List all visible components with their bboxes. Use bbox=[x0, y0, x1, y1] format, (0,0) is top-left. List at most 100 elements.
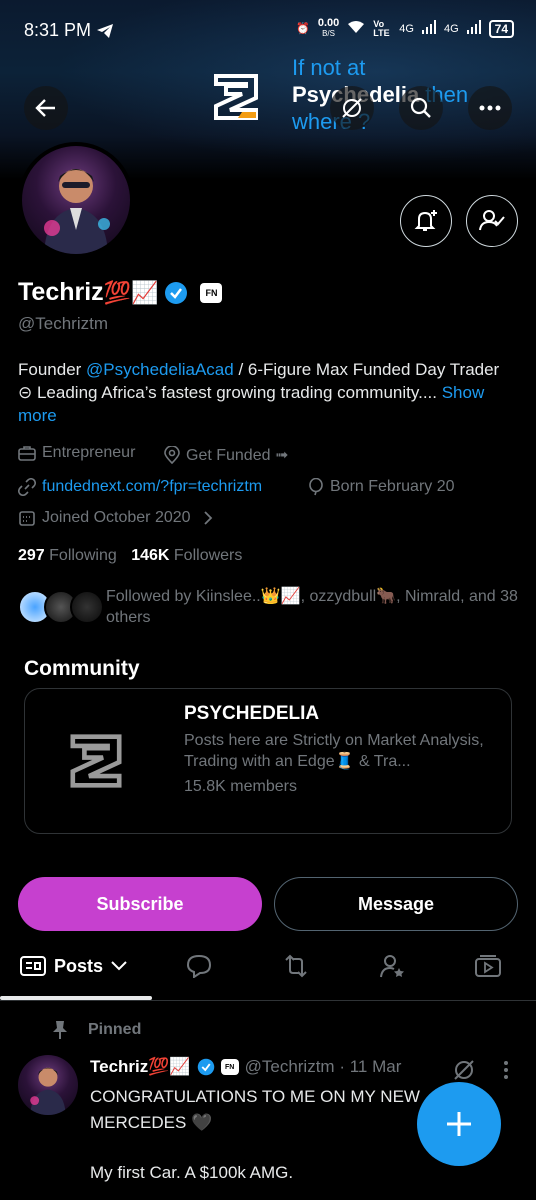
tab-reposts[interactable] bbox=[282, 954, 310, 978]
follow-counts: 297 Following 146K Followers bbox=[18, 547, 242, 565]
pin-icon bbox=[53, 1021, 67, 1039]
post-more-icon[interactable] bbox=[502, 1060, 510, 1080]
compose-button[interactable] bbox=[417, 1082, 501, 1166]
profile-bio: Founder @PsychedeliaAcad / 6-Figure Max … bbox=[18, 358, 518, 427]
location-label: Get Funded ➟ bbox=[186, 447, 289, 464]
profile-name-row: Techriz 💯📈 FN bbox=[18, 278, 223, 307]
user-check-icon bbox=[479, 210, 505, 231]
tab-posts-label: Posts bbox=[54, 955, 104, 976]
bio-prefix: Founder bbox=[18, 360, 87, 379]
post-header: Techriz 💯📈 FN @Techriztm · 11 Mar bbox=[90, 1057, 401, 1077]
post-grok-icon[interactable] bbox=[452, 1058, 476, 1082]
community-section-title: Community bbox=[24, 657, 140, 680]
affiliate-badge[interactable]: FN bbox=[200, 282, 223, 303]
post-text-line-1: CONGRATULATIONS TO ME ON MY NEW MERCEDES… bbox=[90, 1087, 420, 1132]
alarm-icon: ⏰ bbox=[296, 23, 310, 35]
name-emojis: 💯📈 bbox=[103, 279, 159, 305]
tab-posts[interactable]: Posts bbox=[20, 954, 127, 978]
search-icon bbox=[410, 97, 431, 118]
pinned-indicator: Pinned bbox=[52, 1020, 141, 1040]
category-label: Entrepreneur bbox=[42, 444, 136, 461]
user-star-icon bbox=[380, 955, 404, 978]
post-handle-date: @Techriztm · 11 Mar bbox=[244, 1057, 402, 1076]
followers-you-know-avatars[interactable] bbox=[18, 590, 104, 624]
community-logo-icon bbox=[70, 734, 122, 788]
wifi-icon bbox=[347, 20, 365, 37]
signal-bars-icon-2 bbox=[466, 20, 481, 37]
status-time: 8:31 PM bbox=[24, 20, 92, 40]
tab-media[interactable] bbox=[474, 954, 502, 978]
mini-avatar-3 bbox=[70, 590, 104, 624]
battery-indicator: 74 bbox=[488, 19, 514, 38]
community-description: Posts here are Strictly on Market Analys… bbox=[184, 732, 484, 770]
tab-highlights[interactable] bbox=[380, 954, 406, 978]
post-text-line-2: My first Car. A $100k AMG. bbox=[90, 1163, 294, 1182]
chevron-right-icon bbox=[203, 511, 212, 525]
profile-birthday: Born February 20 bbox=[308, 478, 455, 496]
back-button[interactable] bbox=[24, 86, 68, 130]
more-dots-icon bbox=[479, 105, 501, 111]
chevron-down-icon bbox=[111, 961, 127, 971]
volte-indicator: Vo LTE bbox=[373, 18, 390, 38]
post-verified-icon bbox=[197, 1058, 214, 1076]
net-unit: B/S bbox=[322, 29, 335, 38]
notifications-button[interactable] bbox=[400, 195, 452, 247]
profile-handle: @Techriztm bbox=[18, 314, 108, 333]
signal-bars-icon bbox=[421, 20, 436, 37]
post-text[interactable]: CONGRATULATIONS TO ME ON MY NEW MERCEDES… bbox=[90, 1084, 430, 1186]
post-author-name[interactable]: Techriz bbox=[90, 1057, 148, 1077]
community-members: 15.8K members bbox=[184, 778, 297, 795]
profile-website[interactable]: fundednext.com/?fpr=techriztm bbox=[18, 478, 262, 496]
followers-count: 146K bbox=[131, 547, 170, 564]
arrow-left-icon bbox=[35, 99, 55, 117]
subscribe-button[interactable]: Subscribe bbox=[18, 877, 262, 931]
balloon-icon bbox=[309, 478, 323, 496]
followers-count-link[interactable]: 146K Followers bbox=[131, 547, 242, 564]
profile-category: Entrepreneur bbox=[18, 444, 135, 462]
profile-tabs: Posts bbox=[0, 940, 536, 1001]
post-author-avatar[interactable] bbox=[18, 1055, 78, 1115]
net-speed: 0.00 bbox=[317, 17, 340, 29]
verified-badge-icon[interactable] bbox=[164, 281, 188, 305]
followers-label: Followers bbox=[173, 547, 243, 564]
bio-mention-link[interactable]: @PsychedeliaAcad bbox=[86, 360, 234, 379]
link-icon bbox=[18, 478, 36, 496]
media-icon bbox=[475, 955, 501, 977]
plus-icon bbox=[447, 1112, 471, 1136]
pinned-label: Pinned bbox=[88, 1021, 142, 1038]
search-button[interactable] bbox=[399, 86, 443, 130]
profile-name: Techriz bbox=[18, 278, 104, 306]
followed-by-text[interactable]: Followed by Kiinslee..👑📈, ozzydbull🐂, Ni… bbox=[106, 586, 521, 628]
signal-label-2: 4G bbox=[443, 22, 459, 35]
location-pin-icon bbox=[164, 446, 180, 464]
website-link[interactable]: fundednext.com/?fpr=techriztm bbox=[42, 478, 262, 496]
profile-joined[interactable]: Joined October 2020 bbox=[18, 509, 213, 527]
tab-replies[interactable] bbox=[186, 954, 212, 978]
banner-slogan: If not at Psychedelia then where ? bbox=[292, 54, 468, 135]
born-label: Born February 20 bbox=[330, 478, 455, 495]
message-button[interactable]: Message bbox=[274, 877, 518, 931]
community-name: PSYCHEDELIA bbox=[184, 703, 320, 724]
following-label: Following bbox=[49, 547, 117, 564]
profile-avatar[interactable] bbox=[18, 142, 134, 258]
status-icons: ⏰ 0.00 B/S Vo LTE 4G 4G 74 bbox=[296, 18, 514, 39]
avatar-figure bbox=[44, 169, 110, 254]
repost-icon bbox=[285, 954, 307, 978]
calendar-icon bbox=[19, 511, 35, 526]
profile-location: Get Funded ➟ bbox=[164, 445, 288, 465]
psychedelia-logo-icon bbox=[214, 74, 258, 120]
joined-label: Joined October 2020 bbox=[42, 509, 191, 526]
following-count-link[interactable]: 297 Following bbox=[18, 547, 117, 564]
more-options-button[interactable] bbox=[468, 86, 512, 130]
signal-label-1: 4G bbox=[399, 22, 414, 35]
post-author-emojis: 💯📈 bbox=[148, 1057, 191, 1076]
briefcase-icon bbox=[18, 446, 36, 461]
post-affiliate-badge: FN bbox=[220, 1059, 239, 1075]
telegram-icon bbox=[97, 24, 113, 38]
bell-plus-icon bbox=[414, 210, 437, 231]
post-avatar-figure bbox=[30, 1067, 66, 1115]
following-button[interactable] bbox=[466, 195, 518, 247]
active-tab-indicator bbox=[0, 996, 152, 1000]
status-bar: 8:31 PM ⏰ 0.00 B/S Vo LTE 4G 4G 74 bbox=[0, 0, 536, 60]
grok-button[interactable] bbox=[330, 86, 374, 130]
